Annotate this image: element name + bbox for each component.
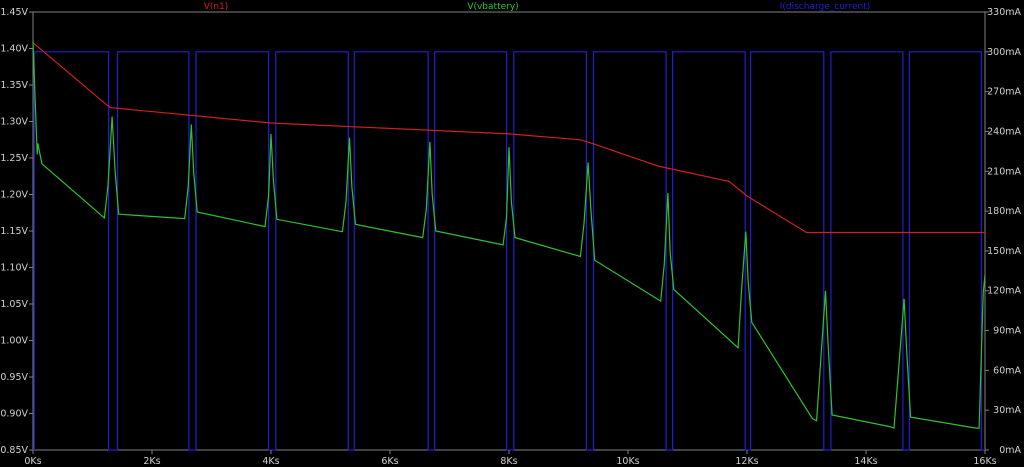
y-right-tick-label: 0mA (999, 445, 1021, 456)
x-tick-label: 14Ks (854, 456, 877, 467)
y-left-tick-label: 1.15V (0, 226, 28, 237)
series-line-2 (33, 51, 985, 451)
x-tick-label: 0Ks (24, 456, 41, 467)
chart: V(n1) V(vbattery) I(discharge_current) 0Ks… (0, 2, 1021, 467)
x-tick-label: 2Ks (143, 456, 160, 467)
plot-border (32, 11, 986, 451)
y-right-tick-label: 60mA (993, 365, 1021, 376)
x-tick-label: 16Ks (973, 456, 996, 467)
x-tick-label: 12Ks (735, 456, 758, 467)
y-right-tick-label: 150mA (987, 246, 1021, 257)
y-left-tick-label: 1.45V (0, 7, 28, 18)
y-left-tick-label: 1.05V (0, 299, 28, 310)
y-right-tick-label: 240mA (987, 126, 1021, 137)
y-right-tick-label: 300mA (987, 47, 1021, 58)
legend-entry: V(n1) (204, 2, 229, 12)
x-tick-label: 4Ks (262, 456, 279, 467)
y-right-tick-label: 330mA (987, 7, 1021, 18)
x-tick-label: 10Ks (616, 456, 639, 467)
y-left-tick-label: 1.35V (0, 80, 28, 91)
legend-entry: V(vbattery) (467, 2, 518, 12)
y-left-tick-label: 0.95V (0, 372, 28, 383)
series-layer (32, 41, 986, 451)
y-left-tick-label: 1.25V (0, 153, 28, 164)
x-tick-label: 6Ks (381, 456, 398, 467)
plot-frame (32, 11, 986, 451)
y-right-tick-label: 180mA (987, 206, 1021, 217)
legend: V(n1) V(vbattery) I(discharge_current) (204, 2, 871, 12)
y-right-tick-label: 30mA (993, 405, 1021, 416)
y-left-tick-label: 1.40V (0, 44, 28, 55)
y-left-tick-label: 0.85V (0, 445, 28, 456)
y-right-tick-label: 120mA (987, 286, 1021, 297)
y-right-axis-ticks: 0mA 30mA 60mA 90mA 120mA 150mA 180mA 210mA 240mA… (985, 7, 1021, 456)
x-axis-ticks: 0Ks 2Ks 4Ks 6Ks 8Ks 10Ks 12Ks 14Ks 16Ks (24, 450, 997, 467)
y-left-tick-label: 1.10V (0, 263, 28, 274)
y-left-tick-label: 0.90V (0, 409, 28, 420)
y-right-tick-label: 90mA (993, 326, 1021, 337)
legend-entry: I(discharge_current) (780, 2, 871, 12)
y-left-axis-ticks: 0.85V 0.90V 0.95V 1.00V 1.05V 1.10V 1.15V 1.20V… (0, 7, 33, 456)
series-line-0 (32, 42, 985, 234)
y-left-tick-label: 1.00V (0, 336, 28, 347)
y-left-tick-label: 1.20V (0, 190, 28, 201)
y-left-tick-label: 1.30V (0, 117, 28, 128)
y-right-tick-label: 210mA (987, 166, 1021, 177)
x-tick-label: 8Ks (500, 456, 517, 467)
series-line-1 (32, 41, 986, 429)
y-right-tick-label: 270mA (987, 87, 1021, 98)
